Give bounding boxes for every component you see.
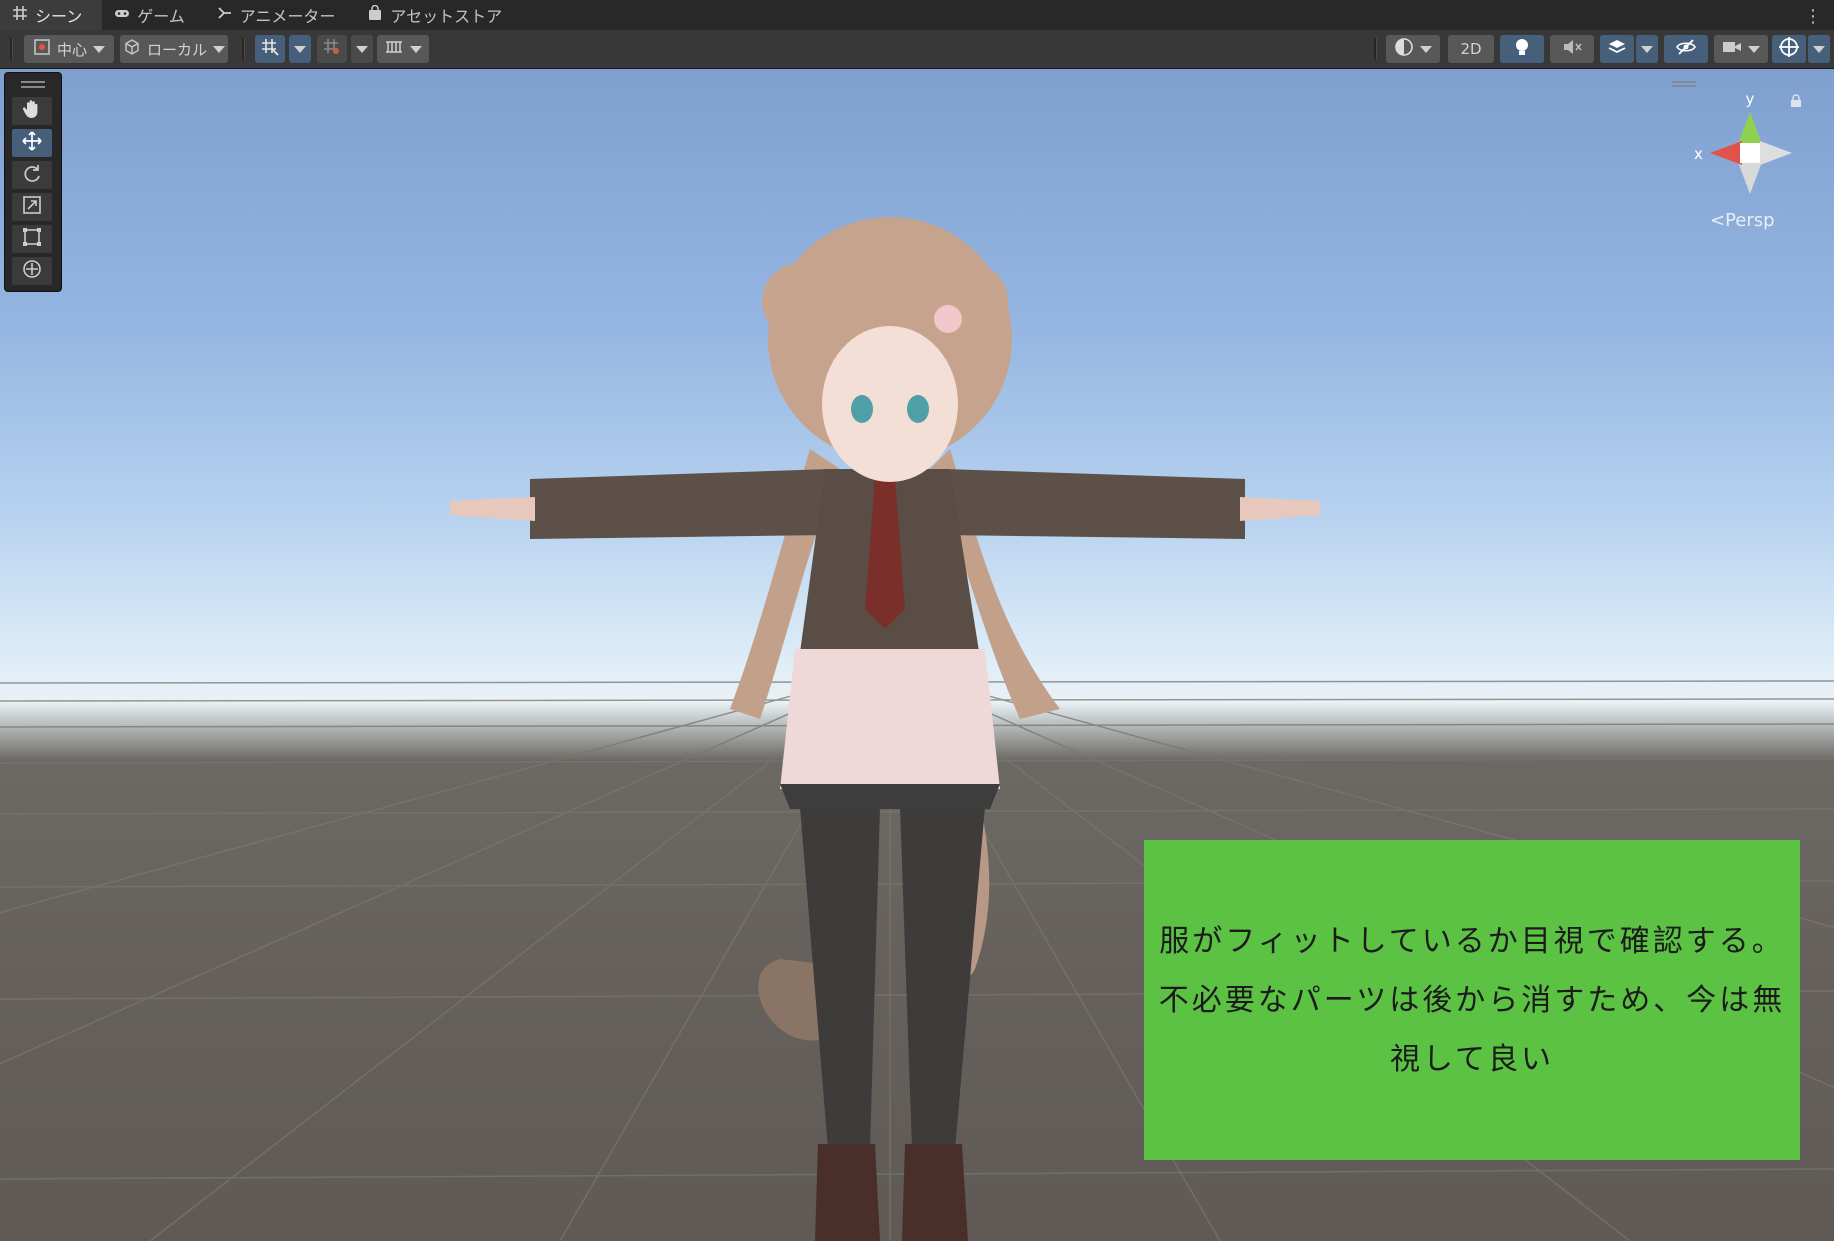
toolbar-grip: [1374, 38, 1377, 60]
chevron-down-icon: [213, 45, 225, 53]
avatar-right-hand: [1240, 497, 1320, 521]
chevron-left-icon: <: [1710, 210, 1726, 231]
projection-label: Persp: [1725, 210, 1775, 231]
avatar-left-eye: [851, 395, 873, 423]
toolbar-grip: [242, 38, 245, 60]
transform-tools-panel: [4, 72, 62, 292]
avatar-face: [822, 326, 958, 482]
projection-toggle[interactable]: <Persp: [1710, 210, 1775, 231]
avatar-right-leg: [900, 807, 985, 1149]
gizmo-y-label: y: [1746, 90, 1755, 108]
tab-game-label: ゲーム: [137, 7, 185, 26]
editor-tab-bar: シーン ゲーム アニメーター アセットストア ⋮: [0, 0, 1834, 31]
pivot-mode-label: 中心: [56, 40, 87, 59]
move-tool-button[interactable]: [12, 129, 52, 157]
rotate-tool-button[interactable]: [12, 161, 52, 189]
toggle-2d-label: 2D: [1460, 40, 1482, 58]
gizmo-grip: [1672, 81, 1696, 83]
camera-settings-dropdown[interactable]: [1714, 35, 1768, 63]
effects-toggle[interactable]: [1600, 35, 1634, 63]
space-mode-label: ローカル: [146, 40, 207, 59]
chevron-down-icon: [294, 45, 306, 53]
move-arrows-icon: [21, 130, 43, 156]
toolbar-grip: [10, 38, 13, 60]
more-options-icon[interactable]: ⋮: [1804, 6, 1822, 27]
ruler-icon: [384, 38, 404, 60]
pivot-icon: [33, 38, 51, 60]
lighting-toggle[interactable]: [1500, 35, 1544, 63]
chevron-down-icon: [1420, 45, 1432, 53]
chevron-down-icon: [1748, 45, 1760, 53]
scene-visibility-toggle[interactable]: [1664, 35, 1708, 63]
ruler-dropdown[interactable]: [377, 35, 429, 63]
tab-asset-store-label: アセットストア: [390, 7, 503, 26]
instruction-line-2: 不必要なパーツは後から消すため、今は無: [1158, 982, 1786, 1018]
draw-mode-dropdown[interactable]: [1386, 35, 1440, 63]
avatar-left-arm: [530, 469, 830, 539]
avatar-right-boot: [902, 1144, 968, 1241]
tab-game[interactable]: ゲーム: [102, 0, 205, 30]
grid-snapping-dropdown[interactable]: [289, 35, 311, 63]
tab-scene-label: シーン: [35, 7, 83, 26]
scene-viewport[interactable]: y x <Persp 服がフィットしているか目視で確認する。 不必要なパーツは後…: [0, 69, 1834, 1241]
chevron-down-icon: [1641, 45, 1653, 53]
chevron-down-icon: [410, 45, 422, 53]
hidden-eye-icon: [1675, 38, 1697, 60]
increment-snap-icon: [322, 37, 342, 61]
layers-icon: [1607, 37, 1627, 61]
panel-grip: [21, 81, 45, 83]
gizmo-globe-icon: [1778, 36, 1800, 62]
gamepad-icon: [114, 5, 130, 25]
effects-dropdown[interactable]: [1636, 35, 1658, 63]
scale-tool-button[interactable]: [12, 193, 52, 221]
tab-scene[interactable]: シーン: [0, 0, 103, 30]
rotate-icon: [21, 162, 43, 188]
avatar-left-hand: [450, 497, 535, 521]
chevron-down-icon: [1813, 45, 1825, 53]
chevron-down-icon: [93, 45, 105, 53]
avatar-left-boot: [815, 1144, 880, 1241]
hand-tool-button[interactable]: [12, 97, 52, 125]
space-mode-dropdown[interactable]: ローカル: [120, 35, 228, 63]
avatar-right-arm: [945, 469, 1245, 539]
grid-icon: [12, 5, 28, 25]
store-bag-icon: [367, 4, 383, 25]
instruction-line-3: 視して良い: [1389, 1041, 1555, 1077]
gizmos-toggle[interactable]: [1772, 35, 1806, 63]
increment-snap-toggle[interactable]: [317, 35, 347, 63]
avatar-right-eye: [907, 395, 929, 423]
tab-animator-label: アニメーター: [239, 7, 336, 26]
cube-icon: [123, 38, 141, 60]
transform-all-icon: [21, 258, 43, 284]
increment-snap-dropdown[interactable]: [351, 35, 373, 63]
animator-icon: [217, 5, 233, 25]
audio-mute-icon: [1562, 38, 1582, 60]
audio-toggle[interactable]: [1550, 35, 1594, 63]
avatar-skirt-hem: [780, 784, 1000, 809]
chevron-down-icon: [356, 45, 368, 53]
lightbulb-icon: [1513, 37, 1531, 61]
gizmos-dropdown[interactable]: [1808, 35, 1830, 63]
avatar-flower-hairpin: [934, 305, 962, 333]
instruction-note: 服がフィットしているか目視で確認する。 不必要なパーツは後から消すため、今は無 …: [1144, 840, 1800, 1160]
camera-icon: [1722, 39, 1742, 59]
grid-snap-icon: [260, 37, 280, 61]
tab-animator[interactable]: アニメーター: [205, 0, 356, 30]
rect-transform-icon: [21, 226, 43, 252]
shaded-sphere-icon: [1394, 37, 1414, 61]
avatar-skirt-apron: [780, 649, 1000, 789]
pivot-mode-dropdown[interactable]: 中心: [24, 35, 114, 63]
instruction-line-1: 服がフィットしているか目視で確認する。: [1159, 923, 1785, 959]
scale-icon: [21, 194, 43, 220]
transform-tool-button[interactable]: [12, 257, 52, 285]
tab-asset-store[interactable]: アセットストア: [355, 0, 522, 30]
rect-tool-button[interactable]: [12, 225, 52, 253]
grid-snapping-toggle[interactable]: [255, 35, 285, 63]
toggle-2d-button[interactable]: 2D: [1448, 35, 1494, 63]
scene-toolbar: 中心 ローカル 2D: [0, 30, 1834, 69]
gizmo-x-label: x: [1694, 145, 1703, 163]
hand-icon: [21, 98, 43, 124]
